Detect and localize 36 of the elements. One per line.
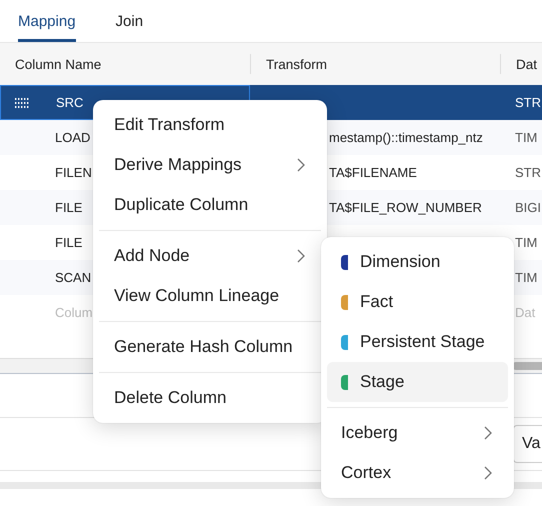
drag-handle-icon[interactable] xyxy=(15,98,29,108)
menu-item[interactable]: Persistent Stage xyxy=(327,322,508,362)
menu-item[interactable]: Stage xyxy=(327,362,508,402)
side-button[interactable]: Va xyxy=(513,425,542,463)
table-cell: TIM xyxy=(515,130,538,145)
menu-item[interactable]: Generate Hash Column xyxy=(99,327,321,367)
menu-item[interactable]: Dimension xyxy=(327,242,508,282)
table-cell: TA$FILE_ROW_NUMBER xyxy=(329,200,482,215)
table-cell: LOAD xyxy=(55,130,90,145)
table-cell: TIM xyxy=(515,270,538,285)
menu-item[interactable]: Delete Column xyxy=(99,378,321,418)
menu-item[interactable]: Derive Mappings xyxy=(99,145,321,185)
menu-item[interactable]: Add Node xyxy=(99,236,321,276)
table-cell: TA$FILENAME xyxy=(329,165,417,180)
table-cell: STR xyxy=(515,165,541,180)
menu-item[interactable]: View Column Lineage xyxy=(99,276,321,316)
table-cell: SCAN xyxy=(55,270,92,285)
table-cell: FILE xyxy=(55,200,82,215)
menu-item[interactable]: Iceberg xyxy=(327,413,508,453)
column-header[interactable]: Column Name xyxy=(0,54,250,74)
table-cell: STR xyxy=(515,95,541,110)
menu-item[interactable]: Fact xyxy=(327,282,508,322)
table-cell: BIGI xyxy=(515,200,542,215)
tab[interactable]: Join xyxy=(116,0,144,42)
menu-item[interactable]: Edit Transform xyxy=(99,105,321,145)
table-cell: SRC xyxy=(56,95,84,110)
table-cell: TIM xyxy=(515,235,538,250)
table-cell: FILEN xyxy=(55,165,92,180)
placeholder-text: Colum xyxy=(55,305,93,320)
menu-item[interactable]: Cortex xyxy=(327,453,508,493)
table-cell: mestamp()::timestamp_ntz xyxy=(329,130,483,145)
menu-item[interactable]: Duplicate Column xyxy=(99,185,321,225)
column-header[interactable]: Transform xyxy=(250,54,500,74)
placeholder-text: Dat xyxy=(515,305,536,320)
table-cell: FILE xyxy=(55,235,82,250)
column-header[interactable]: Dat xyxy=(500,54,542,74)
